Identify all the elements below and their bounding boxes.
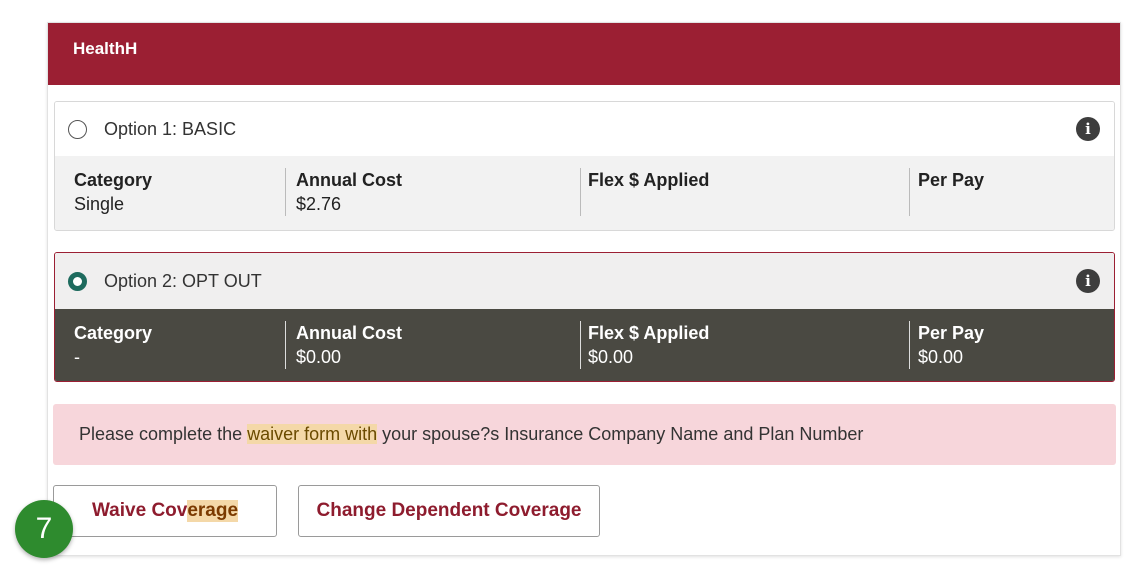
category-column: Category - [74, 321, 152, 369]
per-pay-column: Per Pay $0.00 [909, 321, 984, 369]
column-label: Category [74, 170, 153, 190]
flex-applied-column: Flex $ Applied [580, 168, 709, 216]
button-label: Waive Cov [91, 500, 188, 521]
column-value: - [74, 347, 80, 367]
info-icon[interactable]: i [1076, 117, 1100, 141]
column-value: $0.00 [918, 347, 964, 367]
column-value: $0.00 [296, 347, 342, 367]
option-label: Option 1: BASIC [104, 118, 237, 139]
change-dependent-coverage-button[interactable]: Change Dependent Coverage [298, 485, 600, 537]
option-card-opt-out[interactable]: Option 2: OPT OUT i Category - Annual Co… [54, 252, 1115, 382]
health-plan-card: HealthH Option 1: BASIC i Category Singl… [47, 22, 1121, 556]
option-label: Option 2: OPT OUT [104, 270, 262, 291]
per-pay-column: Per Pay [909, 168, 984, 216]
step-badge: 7 [15, 500, 73, 558]
annual-cost-column: Annual Cost $0.00 [285, 321, 402, 369]
column-label: Annual Cost [296, 170, 402, 190]
alert-text-end: your spouse?s Insurance Company Name and… [377, 424, 864, 444]
category-column: Category Single [74, 168, 152, 216]
option-radio-opt-out[interactable] [68, 271, 87, 291]
waiver-alert: Please complete the waiver form with you… [53, 404, 1116, 465]
column-label: Flex $ Applied [588, 323, 710, 343]
column-label: Category [74, 323, 153, 343]
column-value: $0.00 [588, 347, 634, 367]
column-label: Per Pay [918, 170, 985, 190]
option-card-basic[interactable]: Option 1: BASIC i Category Single Annual… [54, 101, 1115, 231]
waiver-form-highlight: waiver form with [247, 424, 378, 444]
option-header[interactable]: Option 2: OPT OUT i [55, 253, 1114, 309]
panel-title: HealthH [48, 23, 1120, 85]
option-header[interactable]: Option 1: BASIC i [55, 102, 1114, 156]
button-label: Change Dependent Coverage [316, 500, 582, 521]
column-label: Flex $ Applied [588, 170, 710, 190]
flex-applied-column: Flex $ Applied $0.00 [580, 321, 709, 369]
button-label-highlight: erage [187, 500, 239, 522]
column-label: Per Pay [918, 323, 985, 343]
annual-cost-column: Annual Cost $2.76 [285, 168, 402, 216]
alert-text: Please complete the [79, 424, 248, 444]
info-icon[interactable]: i [1076, 269, 1100, 293]
option-details: Category Single Annual Cost $2.76 Flex $… [55, 156, 1114, 230]
waive-coverage-button[interactable]: Waive Cov erage [53, 485, 277, 537]
column-value: $2.76 [296, 194, 342, 214]
option-details: Category - Annual Cost $0.00 Flex $ Appl… [55, 309, 1114, 381]
column-label: Annual Cost [296, 323, 402, 343]
column-value: Single [74, 194, 125, 214]
option-radio-basic[interactable] [68, 119, 87, 139]
